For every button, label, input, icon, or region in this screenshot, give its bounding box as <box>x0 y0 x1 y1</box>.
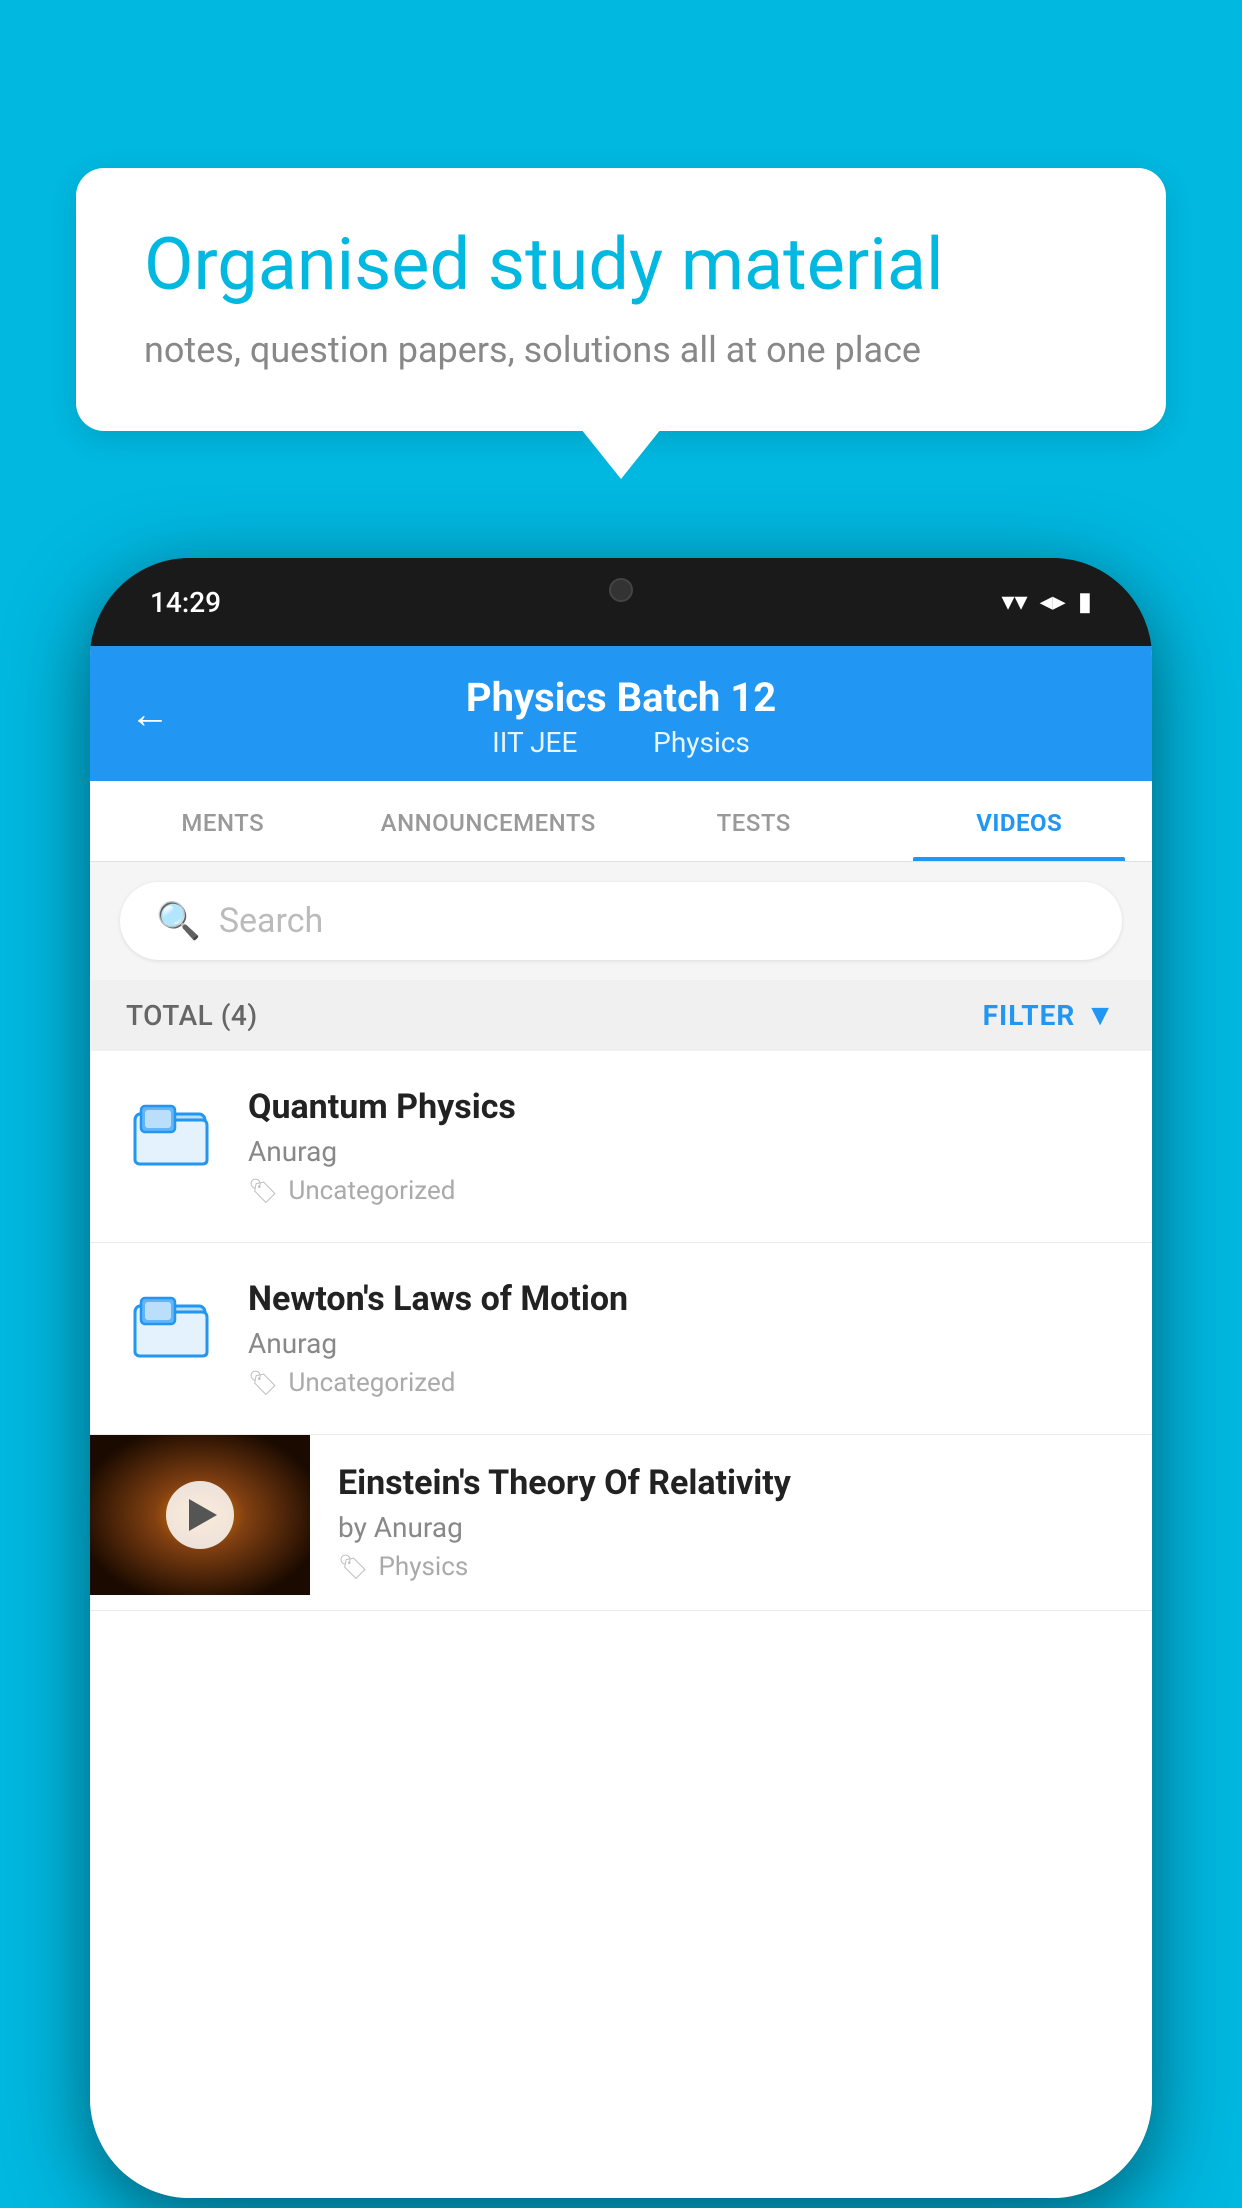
tag-physics: Physics <box>653 726 750 759</box>
bubble-title: Organised study material <box>144 224 1098 307</box>
tag-value: Uncategorized <box>288 1176 455 1206</box>
video-author-quantum: Anurag <box>248 1135 1116 1168</box>
tag-icon: 🏷 <box>338 1553 368 1581</box>
item-icon-area <box>126 1087 216 1177</box>
status-icons: ▾▾ ◂▸ ▮ <box>1001 587 1092 617</box>
filter-bar: TOTAL (4) FILTER ▼ <box>90 980 1152 1051</box>
list-item[interactable]: Newton's Laws of Motion Anurag 🏷 Uncateg… <box>90 1243 1152 1435</box>
tag-iit-jee: IIT JEE <box>492 726 577 759</box>
tab-ments[interactable]: MENTS <box>90 781 356 861</box>
item-content: Quantum Physics Anurag 🏷 Uncategorized <box>248 1087 1116 1206</box>
play-button[interactable] <box>166 1481 234 1549</box>
video-author-einstein: by Anurag <box>338 1511 1124 1544</box>
tag-value: Physics <box>378 1552 468 1582</box>
tab-videos[interactable]: VIDEOS <box>887 781 1153 861</box>
video-author-newton: Anurag <box>248 1327 1116 1360</box>
tab-announcements[interactable]: ANNOUNCEMENTS <box>356 781 622 861</box>
search-placeholder: Search <box>219 901 323 941</box>
filter-label: FILTER <box>983 999 1076 1032</box>
search-icon: 🔍 <box>156 900 201 942</box>
filter-icon: ▼ <box>1085 998 1116 1033</box>
header-subtitle: IIT JEE Physics <box>130 726 1112 759</box>
phone-notch <box>511 558 731 622</box>
item-content: Newton's Laws of Motion Anurag 🏷 Uncateg… <box>248 1279 1116 1398</box>
list-item[interactable]: Einstein's Theory Of Relativity by Anura… <box>90 1435 1152 1611</box>
phone-frame: 14:29 ▾▾ ◂▸ ▮ ← Physics Batch 12 IIT JEE… <box>90 558 1152 2198</box>
app-header: ← Physics Batch 12 IIT JEE Physics <box>90 646 1152 781</box>
tag-icon: 🏷 <box>248 1369 278 1397</box>
status-time: 14:29 <box>150 586 221 619</box>
item-icon-area <box>126 1279 216 1369</box>
tabs-bar: MENTS ANNOUNCEMENTS TESTS VIDEOS <box>90 781 1152 862</box>
filter-button[interactable]: FILTER ▼ <box>983 998 1116 1033</box>
video-title-einstein: Einstein's Theory Of Relativity <box>338 1463 1124 1503</box>
video-tag-newton: 🏷 Uncategorized <box>248 1368 1116 1398</box>
tag-separator <box>608 726 622 759</box>
video-title-newton: Newton's Laws of Motion <box>248 1279 1116 1319</box>
wifi-icon: ▾▾ <box>1001 587 1027 617</box>
bubble-subtitle: notes, question papers, solutions all at… <box>144 329 1098 371</box>
video-title-quantum: Quantum Physics <box>248 1087 1116 1127</box>
search-container: 🔍 Search <box>90 862 1152 980</box>
back-button[interactable]: ← <box>130 690 170 737</box>
tag-value: Uncategorized <box>288 1368 455 1398</box>
video-tag-quantum: 🏷 Uncategorized <box>248 1176 1116 1206</box>
signal-icon: ◂▸ <box>1040 587 1066 617</box>
speech-bubble: Organised study material notes, question… <box>76 168 1166 431</box>
battery-icon: ▮ <box>1078 587 1092 617</box>
status-bar: 14:29 ▾▾ ◂▸ ▮ <box>90 558 1152 646</box>
tab-tests[interactable]: TESTS <box>621 781 887 861</box>
folder-icon <box>133 1290 209 1358</box>
phone-screen: ← Physics Batch 12 IIT JEE Physics MENTS… <box>90 646 1152 2198</box>
video-info: Einstein's Theory Of Relativity by Anura… <box>310 1435 1152 1610</box>
play-triangle-icon <box>189 1499 217 1531</box>
list-item[interactable]: Quantum Physics Anurag 🏷 Uncategorized <box>90 1051 1152 1243</box>
content-list: Quantum Physics Anurag 🏷 Uncategorized <box>90 1051 1152 2198</box>
video-tag-einstein: 🏷 Physics <box>338 1552 1124 1582</box>
tag-icon: 🏷 <box>248 1177 278 1205</box>
search-box[interactable]: 🔍 Search <box>120 882 1122 960</box>
total-count: TOTAL (4) <box>126 999 258 1032</box>
header-title: Physics Batch 12 <box>130 674 1112 722</box>
folder-icon <box>133 1098 209 1166</box>
front-camera <box>609 578 633 602</box>
video-thumbnail <box>90 1435 310 1595</box>
